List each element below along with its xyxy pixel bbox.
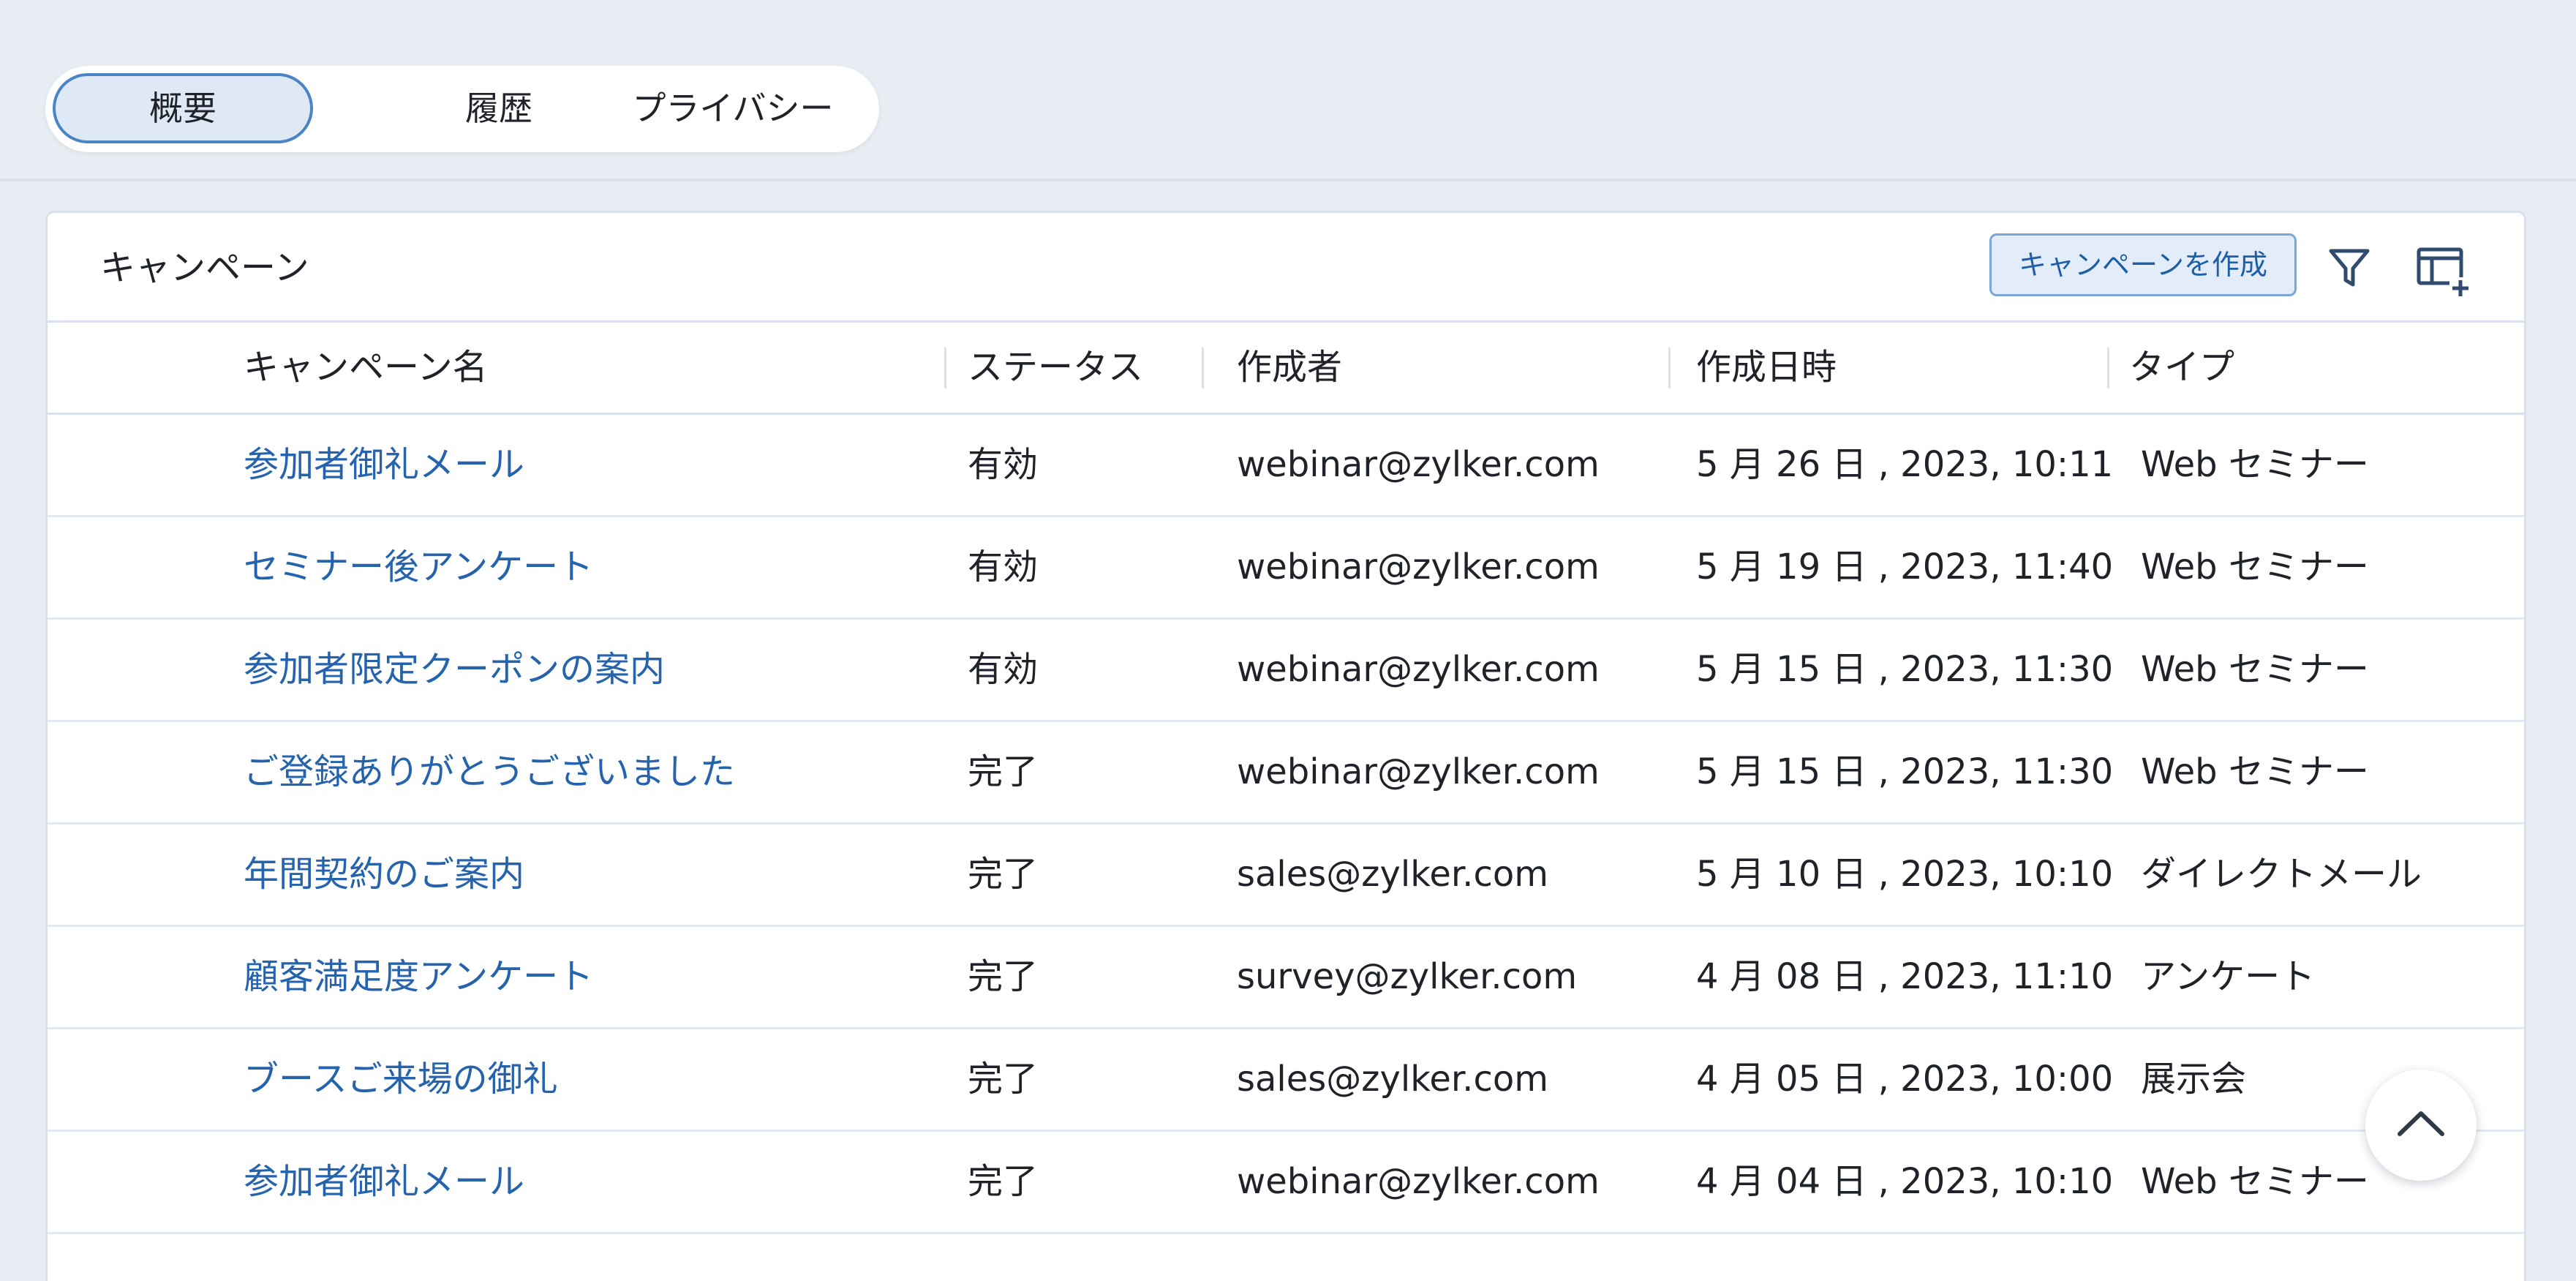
- tab-overview[interactable]: 概要: [53, 73, 313, 143]
- campaign-status: 完了: [968, 854, 1039, 895]
- table-row[interactable]: ブースご来場の御礼 完了 sales@zylker.com 4 月 05 日 ,…: [48, 1029, 2524, 1132]
- campaign-owner: sales@zylker.com: [1237, 1059, 1548, 1100]
- campaign-owner: webinar@zylker.com: [1237, 546, 1600, 587]
- campaign-created: 5 月 15 日 , 2023, 11:30: [1696, 751, 2114, 792]
- campaign-status: 完了: [968, 1059, 1039, 1100]
- campaign-name-link[interactable]: ブースご来場の御礼: [244, 1029, 558, 1130]
- campaign-created: 5 月 15 日 , 2023, 11:30: [1696, 649, 2114, 690]
- tab-history[interactable]: 履歴: [389, 73, 609, 143]
- campaign-created: 4 月 05 日 , 2023, 10:00: [1696, 1059, 2114, 1100]
- campaign-type: Web セミナー: [2141, 649, 2369, 690]
- campaign-owner: webinar@zylker.com: [1237, 751, 1600, 792]
- campaign-status: 完了: [968, 1161, 1039, 1202]
- filter-icon[interactable]: [2324, 242, 2382, 301]
- tab-group: 概要 履歴 プライバシー: [45, 66, 879, 152]
- campaign-name-link[interactable]: 参加者御礼メール: [244, 415, 524, 515]
- table-row[interactable]: 参加者限定クーポンの案内 有効 webinar@zylker.com 5 月 1…: [48, 620, 2524, 722]
- table-row[interactable]: 年間契約のご案内 完了 sales@zylker.com 5 月 10 日 , …: [48, 824, 2524, 927]
- campaign-type: アンケート: [2141, 956, 2316, 997]
- column-header-owner[interactable]: 作成者: [1237, 323, 1342, 413]
- campaign-type: 展示会: [2141, 1059, 2247, 1100]
- campaign-name-link[interactable]: 顧客満足度アンケート: [244, 927, 593, 1027]
- scroll-to-top-button[interactable]: [2365, 1070, 2477, 1181]
- table-row[interactable]: 顧客満足度アンケート 完了 survey@zylker.com 4 月 08 日…: [48, 927, 2524, 1029]
- card-header: キャンペーン キャンペーンを作成: [48, 213, 2524, 323]
- column-header-name[interactable]: キャンペーン名: [244, 323, 488, 413]
- campaign-name-link[interactable]: 参加者御礼メール: [244, 1132, 524, 1232]
- table-row[interactable]: 参加者御礼メール 完了 webinar@zylker.com 4 月 04 日 …: [48, 1132, 2524, 1234]
- campaign-status: 有効: [968, 546, 1039, 587]
- campaign-owner: webinar@zylker.com: [1237, 444, 1600, 485]
- campaign-type: Web セミナー: [2141, 546, 2369, 587]
- tab-privacy[interactable]: プライバシー: [609, 73, 857, 143]
- campaign-name-link[interactable]: 参加者限定クーポンの案内: [244, 620, 665, 720]
- campaign-type: Web セミナー: [2141, 444, 2369, 485]
- campaign-type: Web セミナー: [2141, 751, 2369, 792]
- table-body: 参加者御礼メール 有効 webinar@zylker.com 5 月 26 日 …: [48, 415, 2524, 1234]
- table-header: キャンペーン名 ステータス 作成者 作成日時 タイプ: [48, 323, 2524, 415]
- campaign-name-link[interactable]: 年間契約のご案内: [244, 824, 524, 925]
- campaign-created: 5 月 26 日 , 2023, 10:11: [1696, 444, 2114, 485]
- column-header-created[interactable]: 作成日時: [1696, 323, 1837, 413]
- campaign-type: ダイレクトメール: [2141, 854, 2422, 895]
- campaign-status: 有効: [968, 649, 1039, 690]
- campaign-name-link[interactable]: ご登録ありがとうございました: [244, 722, 735, 822]
- column-resize-handle[interactable]: [1668, 348, 1671, 388]
- card-title: キャンペーン: [100, 247, 309, 288]
- add-column-icon[interactable]: [2414, 242, 2473, 301]
- top-tab-bar: 概要 履歴 プライバシー: [0, 0, 2576, 181]
- campaign-created: 4 月 04 日 , 2023, 10:10: [1696, 1161, 2114, 1202]
- column-header-type[interactable]: タイプ: [2129, 323, 2234, 413]
- campaign-status: 完了: [968, 956, 1039, 997]
- column-resize-handle[interactable]: [944, 348, 946, 388]
- campaigns-card: キャンペーン キャンペーンを作成 キャンペーン名 ステータス 作成者 作成日時: [45, 211, 2526, 1281]
- campaign-owner: webinar@zylker.com: [1237, 1161, 1600, 1202]
- column-resize-handle[interactable]: [2107, 348, 2109, 388]
- table-row[interactable]: 参加者御礼メール 有効 webinar@zylker.com 5 月 26 日 …: [48, 415, 2524, 517]
- campaign-owner: webinar@zylker.com: [1237, 649, 1600, 690]
- campaign-name-link[interactable]: セミナー後アンケート: [244, 517, 593, 617]
- campaign-status: 有効: [968, 444, 1039, 485]
- campaign-created: 5 月 10 日 , 2023, 10:10: [1696, 854, 2114, 895]
- campaign-created: 5 月 19 日 , 2023, 11:40: [1696, 546, 2114, 587]
- table-row[interactable]: ご登録ありがとうございました 完了 webinar@zylker.com 5 月…: [48, 722, 2524, 824]
- chevron-up-icon: [2398, 1111, 2444, 1136]
- table-row[interactable]: セミナー後アンケート 有効 webinar@zylker.com 5 月 19 …: [48, 517, 2524, 620]
- campaign-owner: sales@zylker.com: [1237, 854, 1548, 895]
- column-header-status[interactable]: ステータス: [968, 323, 1143, 413]
- campaign-status: 完了: [968, 751, 1039, 792]
- campaign-type: Web セミナー: [2141, 1161, 2369, 1202]
- campaign-created: 4 月 08 日 , 2023, 11:10: [1696, 956, 2114, 997]
- column-resize-handle[interactable]: [1202, 348, 1204, 388]
- campaign-owner: survey@zylker.com: [1237, 956, 1578, 997]
- create-campaign-button[interactable]: キャンペーンを作成: [1989, 233, 2297, 296]
